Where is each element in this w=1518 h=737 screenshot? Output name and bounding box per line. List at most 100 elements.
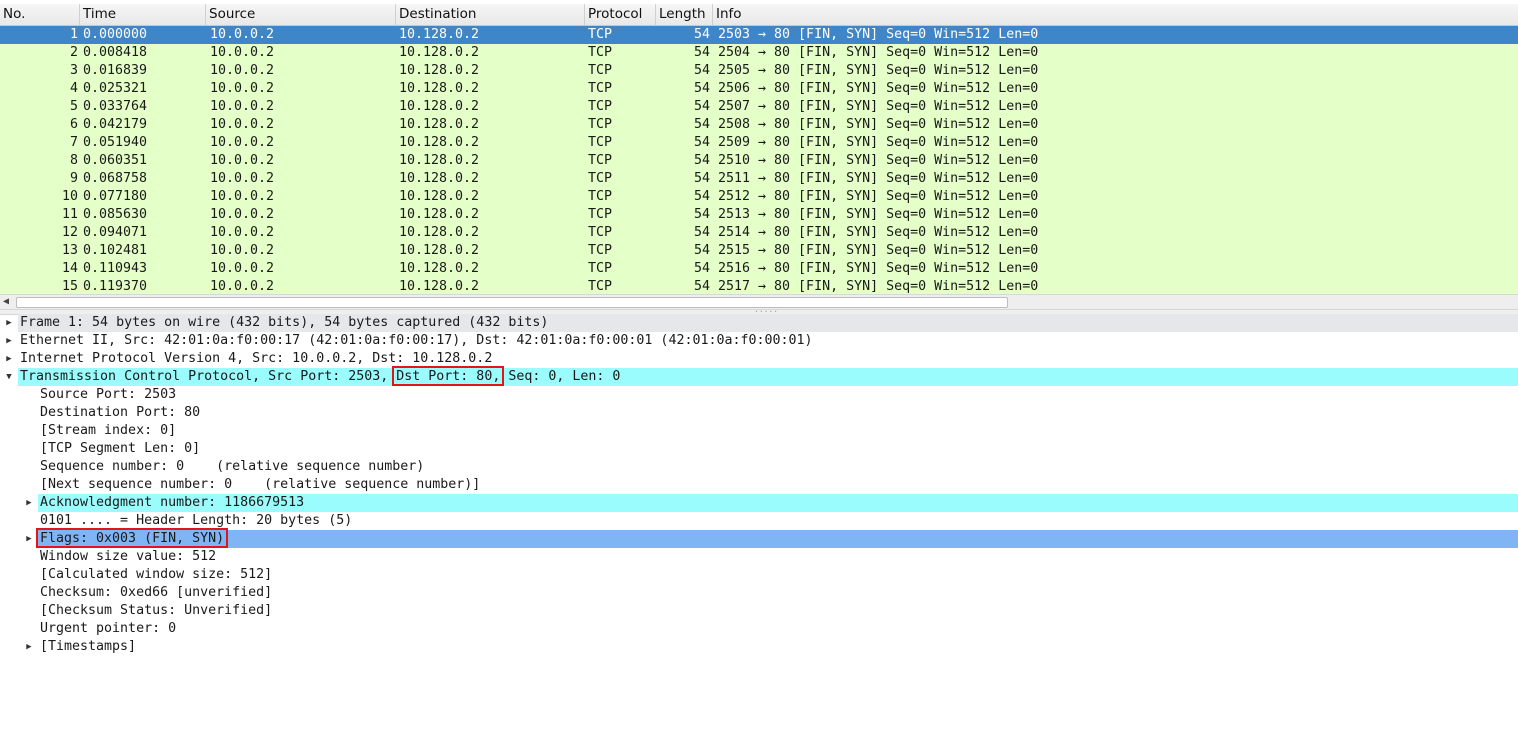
packet-destination: 10.128.0.2 [399, 99, 480, 114]
scrollbar-thumb[interactable] [16, 297, 1008, 308]
detail-text: [Checksum Status: Unverified] [40, 603, 273, 618]
packet-info: 2507 → 80 [FIN, SYN] Seq=0 Win=512 Len=0 [718, 99, 1039, 114]
detail-tree-field[interactable]: ▶ Acknowledgment number: 1186679513 [0, 494, 1518, 512]
packet-row[interactable]: 1 0.000000 10.0.0.2 10.128.0.2 TCP 54 2503 → 8… [0, 26, 1518, 44]
detail-tree-field[interactable]: [Stream index: 0] [0, 422, 1518, 440]
packet-info: 2511 → 80 [FIN, SYN] Seq=0 Win=512 Len=0 [718, 171, 1039, 186]
expand-right-arrow-icon[interactable]: ▶ [24, 530, 34, 548]
packet-time: 0.077180 [83, 189, 148, 204]
packet-row[interactable]: 13 0.102481 10.0.0.2 10.128.0.2 TCP 54 2515 → … [0, 242, 1518, 260]
packet-destination: 10.128.0.2 [399, 135, 480, 150]
detail-tree-field[interactable]: Destination Port: 80 [0, 404, 1518, 422]
expand-right-arrow-icon[interactable]: ▶ [4, 350, 14, 368]
packet-time: 0.068758 [83, 171, 148, 186]
detail-tree-field[interactable]: [Next sequence number: 0 (relative seque… [0, 476, 1518, 494]
packet-protocol: TCP [588, 261, 613, 276]
packet-number: 11 [61, 207, 78, 222]
detail-tree-field[interactable]: [Calculated window size: 512] [0, 566, 1518, 584]
column-header-no[interactable]: No. [0, 4, 80, 25]
packet-row[interactable]: 10 0.077180 10.0.0.2 10.128.0.2 TCP 54 2512 → … [0, 188, 1518, 206]
packet-protocol: TCP [588, 171, 613, 186]
detail-text: Ethernet II, Src: 42:01:0a:f0:00:17 (42:… [20, 333, 813, 348]
packet-number: 1 [69, 27, 78, 42]
packet-list-pane[interactable]: No. Time Source Destination Protocol Len… [0, 0, 1518, 309]
packet-row[interactable]: 8 0.060351 10.0.0.2 10.128.0.2 TCP 54 2510 → 8… [0, 152, 1518, 170]
expand-right-arrow-icon[interactable]: ▶ [24, 638, 34, 656]
detail-tree-field[interactable]: [Checksum Status: Unverified] [0, 602, 1518, 620]
packet-length: 54 [693, 45, 710, 60]
packet-number: 5 [69, 99, 78, 114]
packet-row[interactable]: 12 0.094071 10.0.0.2 10.128.0.2 TCP 54 2514 → … [0, 224, 1518, 242]
detail-tree-field[interactable]: ▶ [Timestamps] [0, 638, 1518, 656]
packet-row[interactable]: 5 0.033764 10.0.0.2 10.128.0.2 TCP 54 2507 → 8… [0, 98, 1518, 116]
packet-info: 2508 → 80 [FIN, SYN] Seq=0 Win=512 Len=0 [718, 117, 1039, 132]
packet-source: 10.0.0.2 [210, 27, 275, 42]
detail-tree-field[interactable]: Window size value: 512 [0, 548, 1518, 566]
packet-destination: 10.128.0.2 [399, 63, 480, 78]
column-header-protocol[interactable]: Protocol [585, 4, 656, 25]
detail-tree-node[interactable]: ▶ Frame 1: 54 bytes on wire (432 bits), 5… [0, 314, 1518, 332]
packet-info: 2506 → 80 [FIN, SYN] Seq=0 Win=512 Len=0 [718, 81, 1039, 96]
packet-row[interactable]: 4 0.025321 10.0.0.2 10.128.0.2 TCP 54 2506 → 8… [0, 80, 1518, 98]
column-header-time[interactable]: Time [80, 4, 206, 25]
packet-time: 0.042179 [83, 117, 148, 132]
packet-row[interactable]: 6 0.042179 10.0.0.2 10.128.0.2 TCP 54 2508 → 8… [0, 116, 1518, 134]
column-header-length[interactable]: Length [656, 4, 713, 25]
column-header-destination[interactable]: Destination [396, 4, 585, 25]
detail-tree-node[interactable]: ▶ Ethernet II, Src: 42:01:0a:f0:00:17 (42… [0, 332, 1518, 350]
detail-text: Destination Port: 80 [40, 405, 201, 420]
detail-tree-field[interactable]: [TCP Segment Len: 0] [0, 440, 1518, 458]
packet-length: 54 [693, 207, 710, 222]
packet-length: 54 [693, 225, 710, 240]
packet-time: 0.033764 [83, 99, 148, 114]
packet-source: 10.0.0.2 [210, 153, 275, 168]
packet-number: 6 [69, 117, 78, 132]
packet-length: 54 [693, 81, 710, 96]
detail-text: Internet Protocol Version 4, Src: 10.0.0… [20, 351, 493, 366]
packet-number: 2 [69, 45, 78, 60]
packet-info: 2509 → 80 [FIN, SYN] Seq=0 Win=512 Len=0 [718, 135, 1039, 150]
detail-text: 0101 .... = Header Length: 20 bytes (5) [40, 513, 353, 528]
detail-tree-node[interactable]: ▶ Internet Protocol Version 4, Src: 10.0.… [0, 350, 1518, 368]
packet-time: 0.110943 [83, 261, 148, 276]
packet-destination: 10.128.0.2 [399, 171, 480, 186]
expand-right-arrow-icon[interactable]: ▶ [4, 332, 14, 350]
packet-info: 2513 → 80 [FIN, SYN] Seq=0 Win=512 Len=0 [718, 207, 1039, 222]
expand-right-arrow-icon[interactable]: ▶ [4, 314, 14, 332]
column-header-info[interactable]: Info [713, 4, 1518, 25]
packet-details-pane[interactable]: ▶ Frame 1: 54 bytes on wire (432 bits), 5… [0, 314, 1518, 737]
expand-right-arrow-icon[interactable]: ▶ [24, 494, 34, 512]
detail-tree-field[interactable]: Checksum: 0xed66 [unverified] [0, 584, 1518, 602]
packet-protocol: TCP [588, 207, 613, 222]
packet-time: 0.008418 [83, 45, 148, 60]
packet-number: 8 [69, 153, 78, 168]
detail-tree-node[interactable]: ▼ Transmission Control Protocol, Src Port… [0, 368, 1518, 386]
packet-source: 10.0.0.2 [210, 99, 275, 114]
packet-list-header: No. Time Source Destination Protocol Len… [0, 4, 1518, 26]
column-header-source[interactable]: Source [206, 4, 396, 25]
scroll-left-arrow-icon[interactable]: ◀ [3, 296, 9, 307]
detail-tree-field[interactable]: 0101 .... = Header Length: 20 bytes (5) [0, 512, 1518, 530]
packet-number: 14 [61, 261, 78, 276]
expand-down-arrow-icon[interactable]: ▼ [4, 368, 14, 386]
packet-info: 2512 → 80 [FIN, SYN] Seq=0 Win=512 Len=0 [718, 189, 1039, 204]
detail-tree-field[interactable]: Source Port: 2503 [0, 386, 1518, 404]
detail-tree-field[interactable]: Sequence number: 0 (relative sequence nu… [0, 458, 1518, 476]
packet-row[interactable]: 3 0.016839 10.0.0.2 10.128.0.2 TCP 54 2505 → 8… [0, 62, 1518, 80]
packet-row[interactable]: 2 0.008418 10.0.0.2 10.128.0.2 TCP 54 2504 → 8… [0, 44, 1518, 62]
detail-tree-field[interactable]: Urgent pointer: 0 [0, 620, 1518, 638]
packet-time: 0.016839 [83, 63, 148, 78]
packet-row[interactable]: 9 0.068758 10.0.0.2 10.128.0.2 TCP 54 2511 → 8… [0, 170, 1518, 188]
packet-protocol: TCP [588, 27, 613, 42]
detail-tree-field[interactable]: ▶ Flags: 0x003 (FIN, SYN) [0, 530, 1518, 548]
packet-info: 2515 → 80 [FIN, SYN] Seq=0 Win=512 Len=0 [718, 243, 1039, 258]
packet-row[interactable]: 7 0.051940 10.0.0.2 10.128.0.2 TCP 54 2509 → 8… [0, 134, 1518, 152]
packet-row[interactable]: 14 0.110943 10.0.0.2 10.128.0.2 TCP 54 2516 → … [0, 260, 1518, 278]
packet-length: 54 [693, 117, 710, 132]
packet-length: 54 [693, 171, 710, 186]
detail-text: Window size value: 512 [40, 549, 217, 564]
packet-number: 10 [61, 189, 78, 204]
packet-destination: 10.128.0.2 [399, 189, 480, 204]
packet-source: 10.0.0.2 [210, 225, 275, 240]
packet-row[interactable]: 11 0.085630 10.0.0.2 10.128.0.2 TCP 54 2513 → … [0, 206, 1518, 224]
